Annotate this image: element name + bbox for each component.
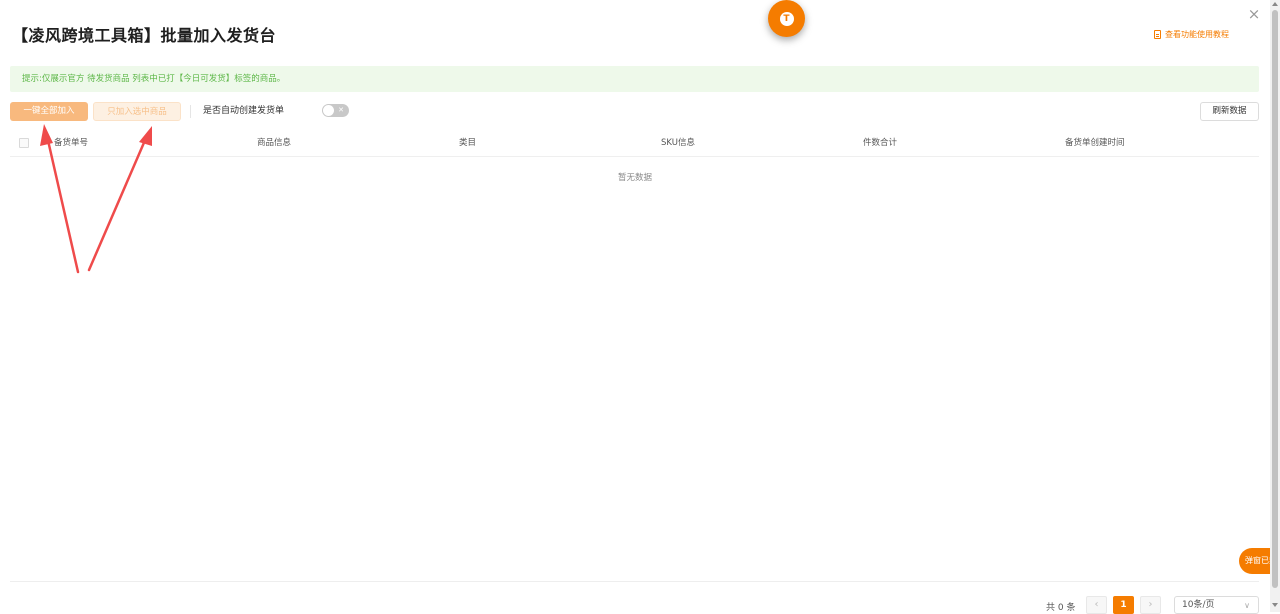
refresh-button[interactable]: 刷新数据 — [1200, 102, 1259, 121]
pagination-total: 共 0 条 — [1046, 603, 1076, 613]
annotation-arrow-add-selected — [87, 136, 148, 272]
scrollbar-thumb[interactable] — [1272, 10, 1278, 588]
toolbox-float-button[interactable]: T — [768, 0, 805, 37]
chevron-down-icon: ∨ — [1244, 601, 1250, 610]
scroll-up-arrow-icon[interactable] — [1272, 2, 1278, 6]
footer-divider — [10, 581, 1259, 582]
table-empty-text: 暂无数据 — [617, 173, 652, 183]
add-selected-button[interactable]: 只加入选中商品 — [93, 102, 181, 121]
column-header-product-info: 商品信息 — [257, 138, 292, 148]
dialog-title: 【凌风跨境工具箱】批量加入发货台 — [12, 26, 277, 45]
column-header-quantity-total: 件数合计 — [863, 138, 898, 148]
close-icon[interactable]: × — [1246, 6, 1262, 22]
column-header-created-time: 备货单创建时间 — [1065, 138, 1125, 148]
add-all-button[interactable]: 一键全部加入 — [10, 102, 88, 121]
page-size-select[interactable]: 10条/页 ∨ — [1174, 596, 1259, 614]
page-number-button[interactable]: 1 — [1113, 596, 1134, 614]
toggle-knob — [323, 105, 334, 116]
toolbar-divider — [190, 105, 191, 118]
column-header-order-no: 备货单号 — [54, 138, 89, 148]
notice-text: 提示:仅展示官方 待发货商品 列表中已打【今日可发货】标签的商品。 — [22, 74, 286, 84]
page-size-value: 10条/页 — [1182, 600, 1215, 610]
toggle-off-icon: ✕ — [338, 106, 344, 114]
column-header-sku-info: SKU信息 — [661, 138, 695, 148]
prev-page-button[interactable]: ‹ — [1086, 596, 1107, 614]
column-header-category: 类目 — [459, 138, 477, 148]
tutorial-link-label: 查看功能使用教程 — [1165, 29, 1229, 39]
scroll-down-arrow-icon[interactable] — [1272, 603, 1278, 607]
tutorial-link[interactable]: 查看功能使用教程 — [1154, 28, 1229, 40]
select-all-checkbox[interactable] — [19, 138, 29, 148]
auto-create-label: 是否自动创建发货单 — [203, 106, 285, 116]
table-header: 备货单号 商品信息 类目 SKU信息 件数合计 备货单创建时间 — [10, 132, 1259, 157]
notice-banner: 提示:仅展示官方 待发货商品 列表中已打【今日可发货】标签的商品。 — [10, 66, 1259, 92]
document-icon — [1154, 29, 1161, 39]
toolbox-logo-icon: T — [779, 11, 794, 26]
next-page-button[interactable]: › — [1140, 596, 1161, 614]
auto-create-toggle[interactable]: ✕ — [322, 104, 349, 117]
vertical-scrollbar[interactable] — [1270, 0, 1280, 612]
